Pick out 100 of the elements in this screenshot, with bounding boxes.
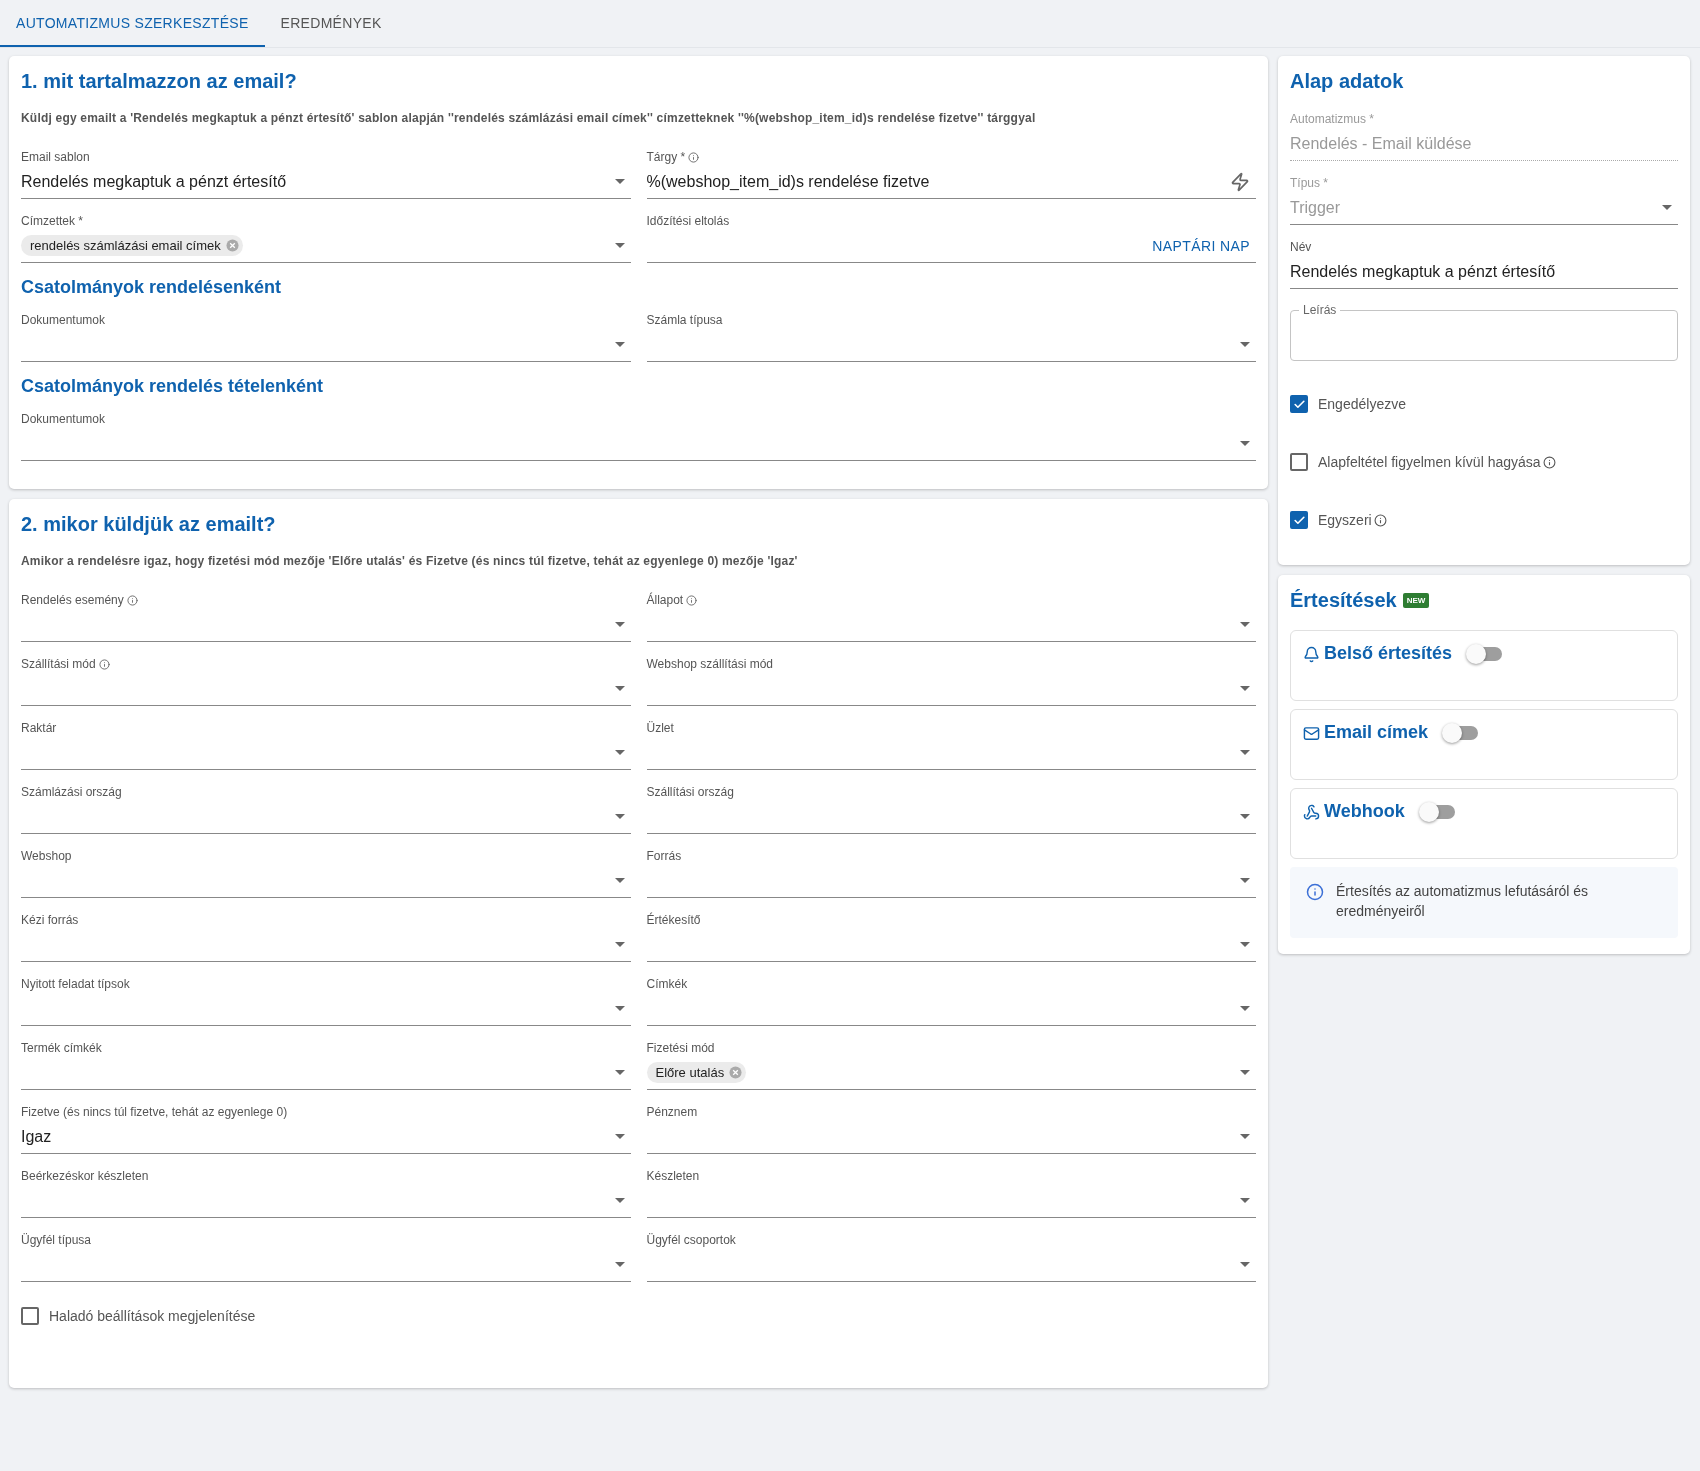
field-label: Fizetve (és nincs túl fizetve, tehát az egyenlege 0) [21,1105,288,1119]
field-label: Forrás [646,849,682,863]
dropdown-arrow-icon[interactable] [614,1198,625,1203]
dropdown-arrow-icon[interactable] [614,342,625,347]
dropdown-arrow-icon[interactable] [1240,1198,1250,1203]
dropdown-arrow-icon[interactable] [614,750,625,755]
offset-field[interactable]: NAPTÁRI NAP [646,229,1256,263]
field-label: Típus * [1290,176,1328,190]
field-label: Raktár [21,721,57,735]
field-label: Webshop szállítási mód [646,657,773,671]
select-field: Trigger [1290,191,1678,225]
field-label: Pénznem [646,1105,698,1119]
field-label: Címkék [646,977,688,991]
section-title: 1. mit tartalmazzon az email? [21,70,298,93]
card-title: Alap adatok [1290,70,1405,93]
field-label: Név [1290,240,1312,254]
field-label: Üzlet [646,721,674,735]
field-label: Dokumentumok [21,412,106,426]
dropdown-arrow-icon[interactable] [1240,1070,1250,1075]
field-label: Címzettek * [21,214,83,228]
field-label: Fizetési mód [646,1041,715,1055]
dropdown-arrow-icon[interactable] [614,243,625,248]
dropdown-arrow-icon[interactable] [1240,1134,1250,1139]
toggle-switch[interactable] [1444,726,1479,740]
channel-label: Webhook [1324,801,1405,822]
dropdown-arrow-icon[interactable] [1240,942,1250,947]
toggle-switch[interactable] [1468,647,1503,661]
field-label: Számlázási ország [21,785,122,799]
field-label: Ügyfél csoportok [646,1233,736,1247]
field-label: Számla típusa [646,313,723,327]
field-label: Rendelés esemény [21,593,124,607]
note-text: Értesítés az automatizmus lefutásáról és eredményeiről [1336,882,1590,922]
dropdown-arrow-icon[interactable] [1240,1262,1250,1267]
checkbox-label: Engedélyezve [1318,396,1406,412]
field-label: Szállítási ország [646,785,734,799]
description-field[interactable]: Leírás [1290,303,1678,361]
field-label: Készleten [646,1169,700,1183]
lightning-icon[interactable] [1230,171,1250,192]
checkbox[interactable] [1290,453,1308,471]
mail-icon [1303,725,1320,742]
field-label: Termék címkék [21,1041,102,1055]
field-label: Tárgy * [646,150,686,164]
selected-chip: Előre utalás [646,1062,747,1083]
section-title: 2. mikor küldjük az emailt? [21,513,277,536]
multi-select-field[interactable]: Előre utalás [646,1056,1256,1090]
checkbox-label: Alapfeltétel figyelmen kívül hagyása [1318,454,1541,470]
text-field[interactable]: %(webshop_item_id)s rendelése fizetve [646,165,1256,199]
check-icon [1292,397,1306,411]
subsection-title: Csatolmányok rendelésenként [21,277,283,298]
field-label: Beérkezéskor készleten [21,1169,149,1183]
toggle-switch[interactable] [1420,805,1455,819]
calendar-day-button[interactable]: NAPTÁRI NAP [1146,237,1256,254]
channel-label: Email címek [1324,722,1429,743]
tab[interactable]: AUTOMATIZMUS SZERKESZTÉSE [0,0,265,47]
field-label: Kézi forrás [21,913,79,927]
selected-chip: rendelés számlázási email címek [21,235,243,256]
dropdown-arrow-icon[interactable] [614,1262,625,1267]
select-field[interactable]: Igaz [21,1120,631,1154]
check-icon [1292,513,1306,527]
dropdown-arrow-icon[interactable] [1240,750,1250,755]
dropdown-arrow-icon[interactable] [1240,814,1250,819]
multi-select-field[interactable]: rendelés számlázási email címek [21,229,631,263]
dropdown-arrow-icon[interactable] [1662,205,1672,210]
dropdown-arrow-icon[interactable] [614,814,625,819]
dropdown-arrow-icon[interactable] [1240,342,1250,347]
dropdown-arrow-icon[interactable] [1240,686,1250,691]
dropdown-arrow-icon[interactable] [1240,1006,1250,1011]
bell-icon [1303,646,1320,663]
checkbox[interactable] [1290,511,1308,529]
card-title-text: Értesítések [1290,589,1397,612]
text-field[interactable]: Rendelés megkaptuk a pénzt értesítő [1290,255,1678,289]
dropdown-arrow-icon[interactable] [614,1134,625,1139]
channel-label: Belső értesítés [1324,643,1453,664]
select-field[interactable]: Rendelés megkaptuk a pénzt értesítő [21,165,631,199]
dropdown-arrow-icon[interactable] [614,878,625,883]
section-summary: Amikor a rendelésre igaz, hogy fizetési mód mezője 'Előre utalás' és Fizetve (és nincs túl fizetve, tehát az egyenlege 0) mezője 'Igaz' [21,554,799,568]
dropdown-arrow-icon[interactable] [614,622,625,627]
field-label: Időzítési eltolás [646,214,730,228]
dropdown-arrow-icon[interactable] [614,1006,625,1011]
field-label: Ügyfél típusa [21,1233,92,1247]
dropdown-arrow-icon[interactable] [1240,441,1250,446]
field-label: Értékesítő [646,913,701,927]
info-icon [1306,883,1324,901]
checkbox[interactable] [1290,395,1308,413]
dropdown-arrow-icon[interactable] [614,686,625,691]
section-summary: Küldj egy emailt a 'Rendelés megkaptuk a pénzt értesítő' sablon alapján ''rendelés számlázási email címek'' címzetteknek ''%(webshop_item_id)s rendelése fizetve'' tárggyal [21,111,1037,125]
field-label: Automatizmus * [1290,112,1375,126]
checkbox-label: Egyszeri [1318,512,1372,528]
dropdown-arrow-icon[interactable] [614,1070,625,1075]
checkbox-label: Haladó beállítások megjelenítése [49,1308,256,1324]
field-label: Email sablon [21,150,90,164]
dropdown-arrow-icon[interactable] [1240,878,1250,883]
readonly-field: Rendelés - Email küldése [1290,127,1678,161]
dropdown-arrow-icon[interactable] [614,179,625,184]
dropdown-arrow-icon[interactable] [614,942,625,947]
tab[interactable]: EREDMÉNYEK [264,0,398,47]
subsection-title: Csatolmányok rendelés tételenként [21,376,325,397]
checkbox[interactable] [21,1307,39,1325]
webhook-icon [1303,804,1320,821]
dropdown-arrow-icon[interactable] [1240,622,1250,627]
